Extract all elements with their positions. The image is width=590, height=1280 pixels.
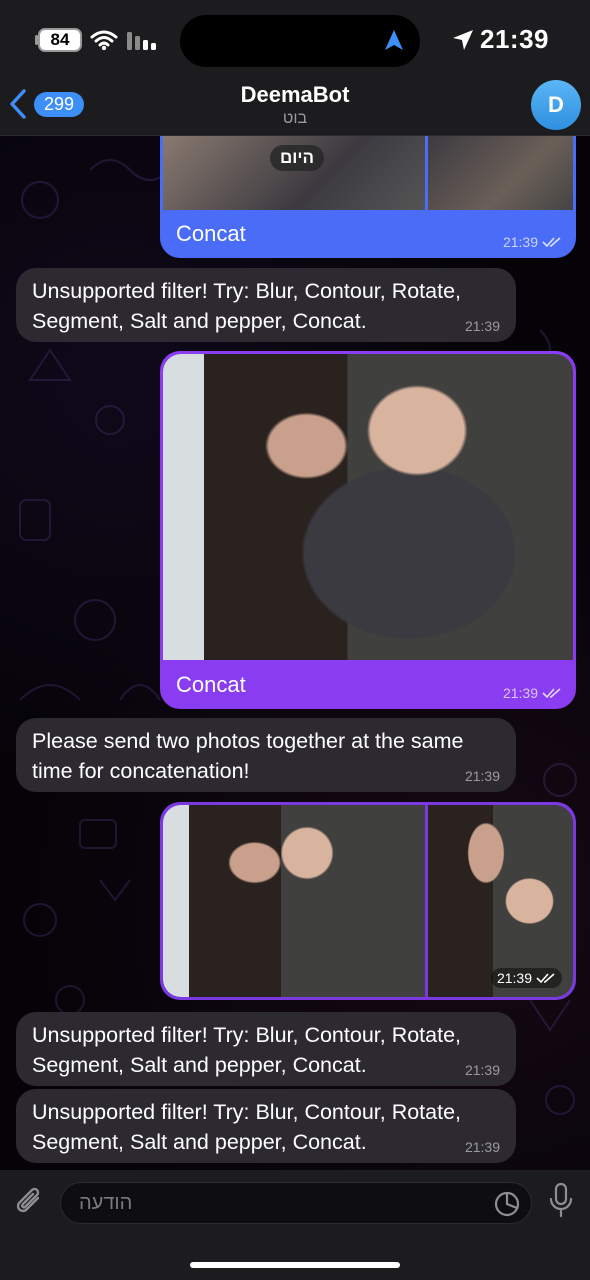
message-text: Unsupported filter! Try: Blur, Contour, … [32, 279, 462, 333]
double-check-icon [542, 237, 561, 248]
double-check-icon [536, 973, 555, 984]
outgoing-photo-message[interactable]: Concat 21:39 [160, 136, 576, 258]
signal-icon [127, 32, 156, 50]
location-arrow-icon [453, 30, 473, 50]
chat-header: 299 DeemaBot בוט D [0, 80, 590, 136]
date-chip: היום [270, 145, 324, 171]
avatar[interactable]: D [531, 80, 581, 130]
message-text: Unsupported filter! Try: Blur, Contour, … [32, 1023, 462, 1077]
chat-subtitle: בוט [282, 110, 308, 127]
double-check-icon [542, 688, 561, 699]
message-input-bar: הודעה [0, 1170, 590, 1280]
outgoing-photo-message[interactable]: 21:39 [160, 802, 576, 1000]
message-time: 21:39 [490, 968, 562, 988]
message-caption: Concat 21:39 [160, 661, 576, 709]
photo[interactable] [163, 354, 573, 660]
status-time: 21:39 [480, 24, 549, 54]
wifi-icon [90, 30, 118, 51]
message-text: Unsupported filter! Try: Blur, Contour, … [32, 1100, 462, 1154]
incoming-message[interactable]: Unsupported filter! Try: Blur, Contour, … [16, 268, 516, 342]
battery-level: 84 [50, 30, 70, 49]
incoming-message[interactable]: Unsupported filter! Try: Blur, Contour, … [16, 1012, 516, 1086]
time-text: 21:39 [496, 970, 532, 986]
photo-right[interactable] [428, 136, 573, 210]
navigation-icon [385, 30, 403, 50]
status-bar: 84 21:39 [0, 0, 590, 80]
message-time: 21:39 [503, 234, 562, 250]
sticker-icon[interactable] [493, 1190, 521, 1218]
message-time: 21:39 [464, 1062, 500, 1078]
message-text: Please send two photos together at the s… [32, 729, 464, 783]
avatar-letter: D [548, 92, 564, 117]
chat-title-area[interactable]: DeemaBot בוט [150, 82, 440, 128]
unread-count-badge: 299 [34, 91, 85, 117]
incoming-message[interactable]: Please send two photos together at the s… [16, 718, 516, 792]
photo-left[interactable] [163, 805, 425, 997]
time-text: 21:39 [502, 234, 538, 250]
back-button[interactable]: 299 [10, 89, 85, 119]
message-caption: Concat 21:39 [160, 210, 576, 258]
input-placeholder: הודעה [79, 1192, 133, 1214]
chat-title: DeemaBot [240, 82, 350, 107]
message-time: 21:39 [464, 768, 500, 784]
incoming-message[interactable]: Unsupported filter! Try: Blur, Contour, … [16, 1089, 516, 1163]
message-time: 21:39 [503, 685, 562, 701]
message-time: 21:39 [464, 318, 500, 334]
back-chevron-icon [10, 89, 26, 119]
caption-text: Concat [176, 672, 246, 697]
caption-text: Concat [176, 221, 246, 246]
attach-icon[interactable] [14, 1184, 46, 1220]
message-time: 21:39 [464, 1139, 500, 1155]
message-input[interactable]: הודעה [60, 1182, 532, 1224]
home-indicator [190, 1262, 400, 1268]
mic-icon[interactable] [548, 1182, 574, 1220]
time-text: 21:39 [502, 685, 538, 701]
outgoing-photo-message[interactable]: Concat 21:39 [160, 351, 576, 709]
battery-icon: 84 [38, 28, 82, 52]
